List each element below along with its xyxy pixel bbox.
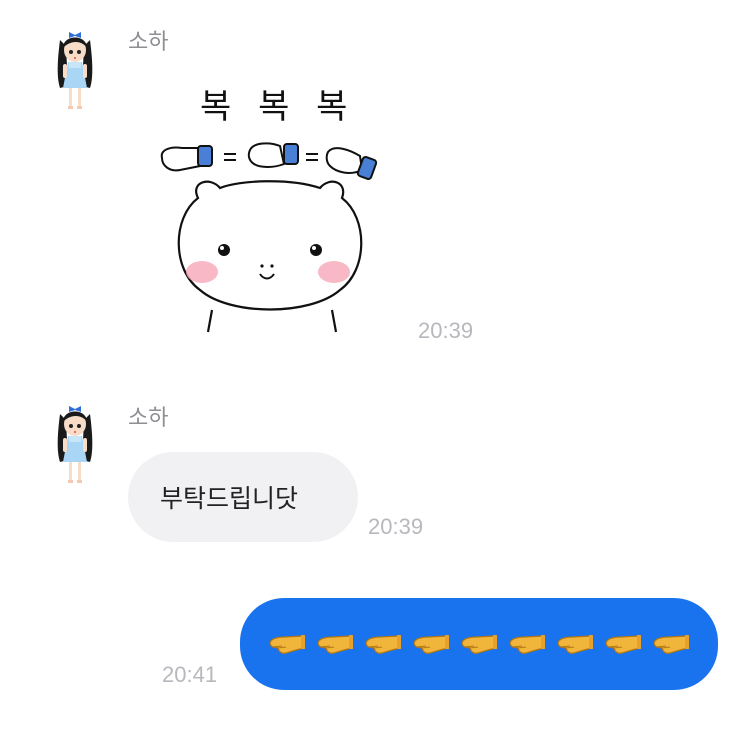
sender-name: 소하 xyxy=(128,30,169,55)
message-bubble-incoming[interactable]: 부탁드립니닷 xyxy=(128,452,358,542)
avatar[interactable] xyxy=(52,26,98,112)
backhand-pointing-left-icon xyxy=(652,632,690,656)
timestamp: 20:41 xyxy=(162,662,218,687)
avatar[interactable] xyxy=(52,400,98,486)
backhand-pointing-left-icon xyxy=(460,632,498,656)
timestamp: 20:39 xyxy=(368,514,424,539)
glove-icon xyxy=(160,142,378,180)
chat-view: 소하 복 복 복 20:39 소하 부탁드립니닷 20:39 20:41 xyxy=(0,0,750,737)
backhand-pointing-left-icon xyxy=(364,632,402,656)
sender-name: 소하 xyxy=(128,406,169,431)
emoji-row xyxy=(268,632,690,656)
sticker-image[interactable]: 복 복 복 xyxy=(150,70,390,340)
message-text: 부탁드립니닷 xyxy=(160,484,299,513)
message-bubble-outgoing[interactable] xyxy=(240,598,718,690)
sticker-caption: 복 복 복 xyxy=(200,87,355,127)
backhand-pointing-left-icon xyxy=(556,632,594,656)
bunny-character-icon xyxy=(177,180,363,333)
backhand-pointing-left-icon xyxy=(268,632,306,656)
timestamp: 20:39 xyxy=(418,318,474,343)
backhand-pointing-left-icon xyxy=(508,632,546,656)
backhand-pointing-left-icon xyxy=(412,632,450,656)
backhand-pointing-left-icon xyxy=(604,632,642,656)
backhand-pointing-left-icon xyxy=(316,632,354,656)
